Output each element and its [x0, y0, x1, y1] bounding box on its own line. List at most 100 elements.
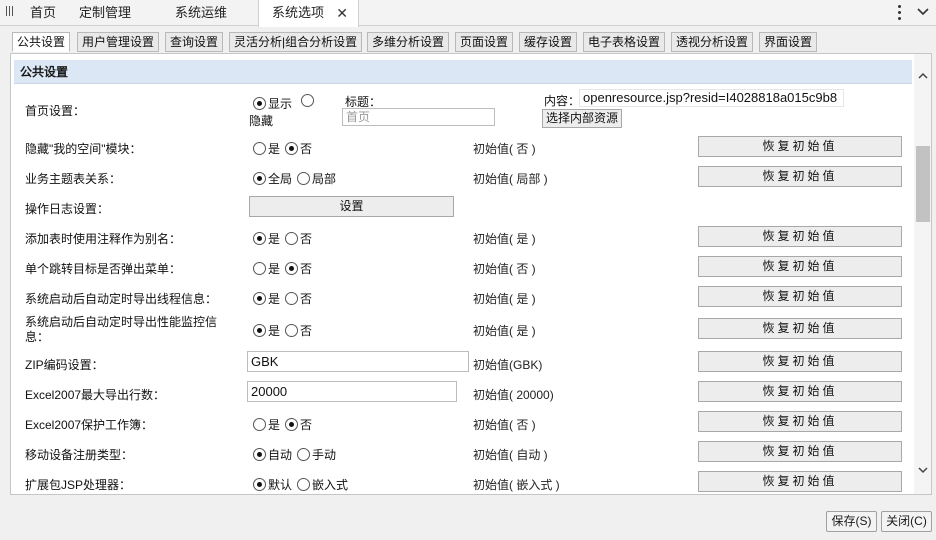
jump-menu-no-radio[interactable]: 否 [285, 260, 312, 277]
opt-label: 手动 [312, 448, 337, 462]
subtab-flex-analysis[interactable]: 灵活分析|组合分析设置 [229, 32, 363, 52]
save-button[interactable]: 保存(S) [826, 511, 877, 532]
more-menu-icon[interactable] [894, 3, 904, 23]
tab-system-ops[interactable]: 系统运维 [175, 0, 227, 26]
mobile-reg-initial: 初始值( 自动 ) [473, 448, 548, 462]
mobile-reg-auto-radio[interactable]: 自动 [253, 446, 292, 463]
export-perf-initial: 初始值( 是 ) [473, 324, 536, 338]
scroll-down-icon[interactable] [917, 464, 929, 476]
comment-alias-label: 添加表时使用注释作为别名： [25, 232, 182, 246]
comment-alias-yes-radio[interactable]: 是 [253, 230, 280, 247]
export-thread-initial: 初始值( 是 ) [473, 292, 536, 306]
subtab-common[interactable]: 公共设置 [12, 32, 71, 52]
opt-label: 局部 [312, 172, 337, 186]
ext-jsp-default-radio[interactable]: 默认 [253, 476, 292, 493]
radio-checked-icon [253, 448, 266, 461]
subtab-user-management[interactable]: 用户管理设置 [77, 32, 160, 52]
mobile-reg-reset-button[interactable]: 恢复初始值 [698, 441, 902, 462]
ext-jsp-reset-button[interactable]: 恢复初始值 [698, 471, 902, 492]
jump-menu-label: 单个跳转目标是否弹出菜单： [25, 262, 182, 276]
zip-encoding-reset-button[interactable]: 恢复初始值 [698, 351, 902, 372]
scrollbar-thumb[interactable] [916, 146, 930, 222]
business-topic-local-radio[interactable]: 局部 [297, 170, 336, 187]
excel-rows-input[interactable]: 20000 [247, 381, 457, 402]
radio-unchecked-icon [285, 292, 298, 305]
ext-jsp-initial: 初始值( 嵌入式 ) [473, 478, 560, 492]
close-button[interactable]: 关闭(C) [881, 511, 932, 532]
close-icon[interactable]: ✕ [336, 0, 348, 26]
excel-protect-reset-button[interactable]: 恢复初始值 [698, 411, 902, 432]
tab-system-options[interactable]: 系统选项 ✕ [258, 0, 359, 27]
ext-jsp-embedded-radio[interactable]: 嵌入式 [297, 476, 348, 493]
subtab-interface[interactable]: 界面设置 [759, 32, 818, 52]
mobile-reg-manual-radio[interactable]: 手动 [297, 446, 336, 463]
chevron-down-icon[interactable] [917, 6, 929, 18]
export-thread-no-radio[interactable]: 否 [285, 290, 312, 307]
opt-label: 是 [268, 324, 281, 338]
subtab-cache[interactable]: 缓存设置 [519, 32, 578, 52]
vertical-scrollbar[interactable] [914, 54, 931, 494]
opt-label: 否 [300, 292, 313, 306]
radio-unchecked-icon [253, 262, 266, 275]
zip-encoding-initial: 初始值(GBK) [473, 358, 543, 372]
export-perf-reset-button[interactable]: 恢复初始值 [698, 318, 902, 339]
top-tab-bar: 首页 定制管理 系统运维 系统选项 ✕ [0, 0, 936, 27]
homepage-hide-radio[interactable] [301, 94, 316, 108]
select-internal-resource-button[interactable]: 选择内部资源 [542, 109, 622, 128]
radio-unchecked-icon [301, 94, 314, 107]
homepage-content-input[interactable]: openresource.jsp?resid=I4028818a015c9b8 [579, 89, 844, 107]
subtab-olap[interactable]: 多维分析设置 [367, 32, 450, 52]
business-topic-label: 业务主题表关系： [25, 172, 122, 186]
radio-checked-icon [253, 97, 266, 110]
business-topic-global-radio[interactable]: 全局 [253, 170, 292, 187]
tab-custom-management[interactable]: 定制管理 [79, 0, 131, 26]
export-perf-no-radio[interactable]: 否 [285, 322, 312, 339]
hide-myspace-yes-radio[interactable]: 是 [253, 140, 280, 157]
business-topic-reset-button[interactable]: 恢复初始值 [698, 166, 902, 187]
excel-protect-no-radio[interactable]: 否 [285, 416, 312, 433]
jump-menu-reset-button[interactable]: 恢复初始值 [698, 256, 902, 277]
excel-rows-reset-button[interactable]: 恢复初始值 [698, 381, 902, 402]
grip-icon[interactable] [6, 6, 14, 18]
radio-unchecked-icon [297, 172, 310, 185]
hide-myspace-no-radio[interactable]: 否 [285, 140, 312, 157]
export-thread-reset-button[interactable]: 恢复初始值 [698, 286, 902, 307]
excel-protect-yes-radio[interactable]: 是 [253, 416, 280, 433]
ext-jsp-label: 扩展包JSP处理器： [25, 478, 132, 492]
mobile-reg-label: 移动设备注册类型： [25, 448, 134, 462]
subtab-pivot[interactable]: 透视分析设置 [671, 32, 754, 52]
scroll-up-icon[interactable] [917, 70, 929, 82]
export-perf-yes-radio[interactable]: 是 [253, 322, 280, 339]
radio-unchecked-icon [253, 142, 266, 155]
opt-label: 嵌入式 [312, 478, 349, 492]
opt-hide-label: 隐藏 [249, 114, 274, 128]
radio-unchecked-icon [297, 448, 310, 461]
radio-unchecked-icon [297, 478, 310, 491]
homepage-title-input[interactable]: 首页 [342, 108, 495, 126]
radio-unchecked-icon [285, 232, 298, 245]
hide-myspace-initial: 初始值( 否 ) [473, 142, 536, 156]
zip-encoding-input[interactable]: GBK [247, 351, 469, 372]
opt-label: 是 [268, 142, 281, 156]
radio-checked-icon [285, 142, 298, 155]
hide-myspace-reset-button[interactable]: 恢复初始值 [698, 136, 902, 157]
oplog-label: 操作日志设置： [25, 202, 110, 216]
comment-alias-reset-button[interactable]: 恢复初始值 [698, 226, 902, 247]
zip-encoding-label: ZIP编码设置： [25, 358, 104, 372]
radio-checked-icon [285, 262, 298, 275]
subtab-query[interactable]: 查询设置 [165, 32, 224, 52]
radio-checked-icon [253, 478, 266, 491]
opt-label: 否 [300, 232, 313, 246]
subtab-page[interactable]: 页面设置 [455, 32, 514, 52]
export-perf-label: 系统启动后自动定时导出性能监控信息： [25, 315, 218, 344]
excel-rows-initial: 初始值( 20000) [473, 388, 554, 402]
homepage-content-label: 内容： [544, 94, 581, 108]
oplog-settings-button[interactable]: 设置 [249, 196, 454, 217]
export-thread-yes-radio[interactable]: 是 [253, 290, 280, 307]
subtab-spreadsheet[interactable]: 电子表格设置 [583, 32, 666, 52]
radio-checked-icon [253, 292, 266, 305]
tab-home[interactable]: 首页 [30, 0, 56, 26]
comment-alias-no-radio[interactable]: 否 [285, 230, 312, 247]
homepage-show-radio[interactable]: 显示 [253, 95, 292, 112]
jump-menu-yes-radio[interactable]: 是 [253, 260, 280, 277]
